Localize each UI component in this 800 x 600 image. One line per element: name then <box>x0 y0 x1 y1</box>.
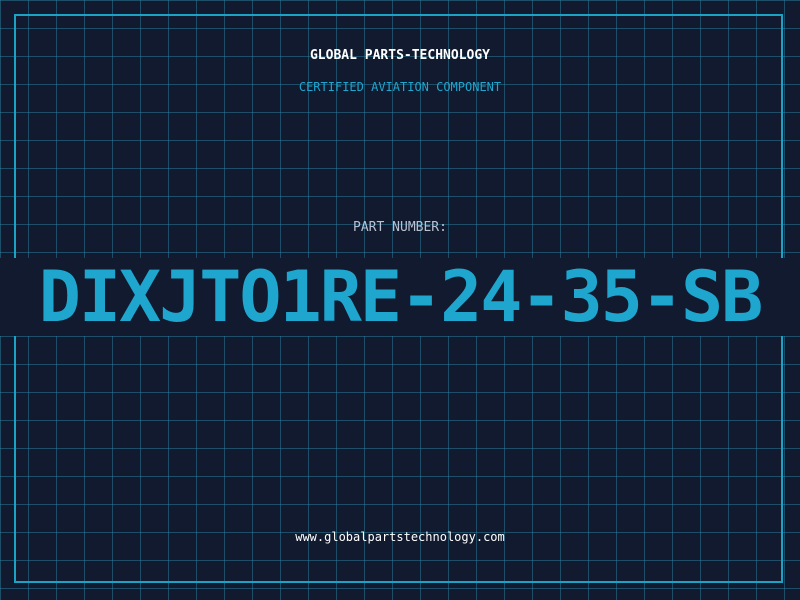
part-number-label: PART NUMBER: <box>353 220 447 235</box>
part-number-value: DIXJTO1RE-24-35-SB <box>38 258 764 336</box>
tagline: CERTIFIED AVIATION COMPONENT <box>298 80 502 94</box>
part-label-card: GLOBAL PARTS-TECHNOLOGY CERTIFIED AVIATI… <box>0 0 800 600</box>
website-url: www.globalpartstechnology.com <box>295 530 505 544</box>
part-number-band: DIXJTO1RE-24-35-SB <box>0 258 800 336</box>
company-name: GLOBAL PARTS-TECHNOLOGY <box>309 48 490 63</box>
